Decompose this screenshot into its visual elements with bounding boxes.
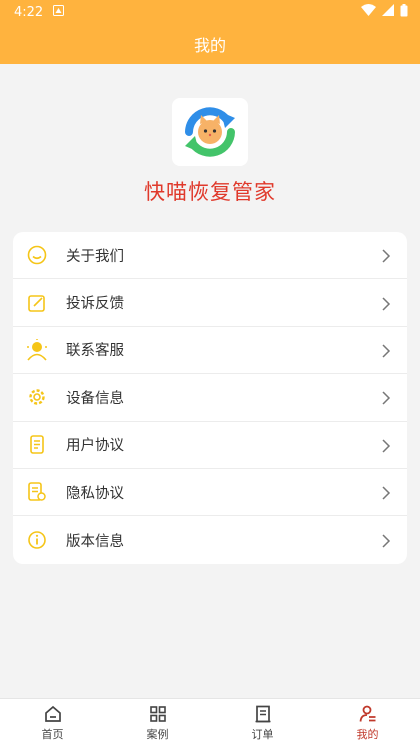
status-bar: 4:22: [0, 0, 420, 24]
tab-label: 我的: [356, 727, 379, 741]
cat-recovery-logo-icon: [185, 107, 235, 157]
settings-menu: 关于我们 投诉反馈 联系客服 设备信息 用户协议 隐私协议 版本信息: [13, 232, 407, 564]
chevron-right-icon: [379, 485, 393, 500]
menu-item-label: 投诉反馈: [66, 296, 124, 313]
tab-orders[interactable]: 订单: [210, 699, 315, 746]
edit-icon: [25, 291, 49, 315]
menu-item-label: 版本信息: [66, 533, 124, 550]
menu-item-privacy-policy[interactable]: 隐私协议: [13, 469, 407, 517]
battery-icon: [400, 3, 408, 21]
chevron-right-icon: [379, 390, 393, 405]
tab-label: 案例: [146, 727, 169, 741]
info-icon: [25, 528, 49, 552]
page-title: 我的: [193, 36, 226, 55]
app-name: 快喵恢复管家: [144, 180, 276, 204]
tab-label: 订单: [251, 727, 274, 741]
menu-item-label: 联系客服: [66, 343, 124, 360]
status-time: 4:22: [14, 4, 44, 20]
menu-item-label: 关于我们: [66, 248, 124, 265]
user-icon: [359, 705, 375, 722]
menu-item-label: 隐私协议: [66, 485, 124, 502]
chevron-right-icon: [379, 343, 393, 358]
bottom-tab-bar: 首页 案例 订单 我的: [0, 698, 420, 746]
notification-icon: [53, 4, 65, 20]
gear-icon: [25, 385, 49, 409]
menu-item-contact-support[interactable]: 联系客服: [13, 327, 407, 375]
smile-icon: [25, 243, 49, 267]
menu-item-version-info[interactable]: 版本信息: [13, 516, 407, 563]
tab-mine[interactable]: 我的: [315, 699, 420, 746]
app-logo: [172, 98, 248, 166]
chevron-right-icon: [379, 248, 393, 263]
signal-icon: [382, 4, 394, 20]
privacy-document-icon: [25, 480, 49, 504]
home-icon: [44, 705, 61, 722]
chevron-right-icon: [379, 533, 393, 548]
menu-item-device-info[interactable]: 设备信息: [13, 374, 407, 422]
tab-cases[interactable]: 案例: [105, 699, 210, 746]
document-icon: [25, 433, 49, 457]
grid-icon: [149, 705, 166, 722]
top-app-bar: 4:22 我的: [0, 0, 420, 64]
menu-item-about-us[interactable]: 关于我们: [13, 232, 407, 280]
menu-item-user-agreement[interactable]: 用户协议: [13, 422, 407, 469]
customer-service-icon: [25, 338, 49, 362]
menu-item-label: 设备信息: [66, 390, 124, 407]
menu-item-feedback[interactable]: 投诉反馈: [13, 279, 407, 327]
chevron-right-icon: [379, 296, 393, 311]
order-icon: [255, 705, 270, 722]
tab-home[interactable]: 首页: [0, 699, 105, 746]
menu-item-label: 用户协议: [66, 438, 124, 455]
chevron-right-icon: [379, 438, 393, 453]
tab-label: 首页: [41, 727, 64, 741]
wifi-icon: [361, 4, 376, 20]
